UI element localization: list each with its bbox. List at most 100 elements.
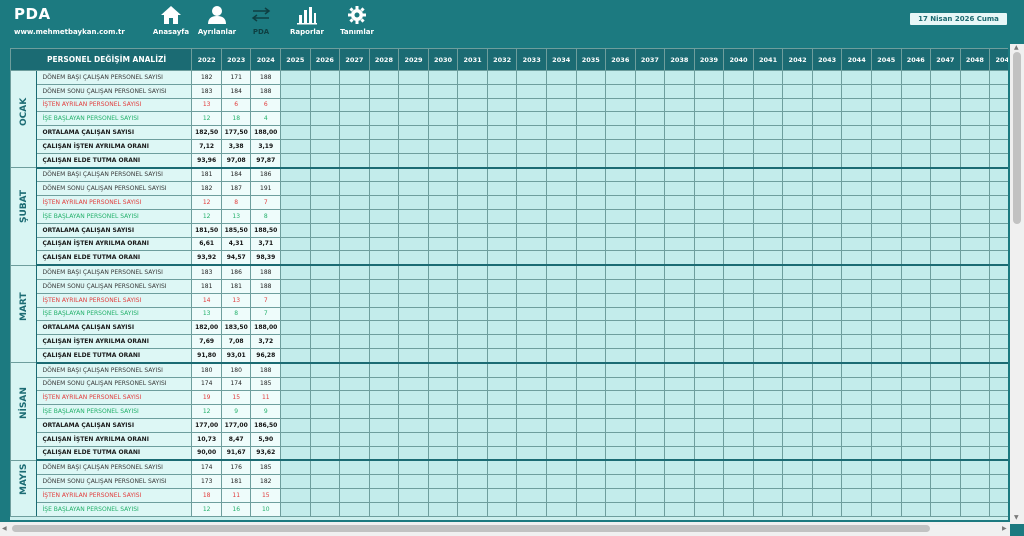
empty-cell[interactable] [545,111,577,127]
empty-cell[interactable] [959,417,991,433]
empty-cell[interactable] [811,250,843,267]
empty-cell[interactable] [427,236,459,252]
empty-cell[interactable] [900,431,932,447]
empty-cell[interactable] [486,487,518,503]
empty-cell[interactable] [959,181,991,197]
value-cell[interactable]: 91,67 [220,445,252,462]
empty-cell[interactable] [664,487,695,503]
value-cell[interactable]: 183,50 [220,320,252,336]
empty-cell[interactable] [841,125,872,140]
empty-cell[interactable] [309,459,341,476]
empty-cell[interactable] [575,459,607,476]
empty-cell[interactable] [782,278,813,294]
empty-cell[interactable] [841,97,872,113]
empty-cell[interactable] [605,181,636,197]
empty-cell[interactable] [811,334,843,349]
value-cell[interactable]: 12 [191,195,222,210]
empty-cell[interactable] [930,417,961,433]
year-header[interactable]: 2044 [841,48,872,71]
empty-cell[interactable] [634,208,666,224]
empty-cell[interactable] [398,195,429,210]
empty-cell[interactable] [693,404,725,419]
empty-cell[interactable] [545,501,577,517]
empty-cell[interactable] [339,417,370,433]
empty-cell[interactable] [457,501,488,517]
empty-cell[interactable] [664,111,695,127]
empty-cell[interactable] [693,167,725,183]
empty-cell[interactable] [989,181,1008,197]
empty-cell[interactable] [959,278,991,294]
empty-cell[interactable] [723,167,754,183]
value-cell[interactable]: 13 [191,306,222,322]
empty-cell[interactable] [575,376,607,392]
empty-cell[interactable] [605,208,636,224]
empty-cell[interactable] [811,152,843,169]
empty-cell[interactable] [605,320,636,336]
empty-cell[interactable] [398,250,429,267]
empty-cell[interactable] [634,278,666,294]
empty-cell[interactable] [605,278,636,294]
empty-cell[interactable] [457,70,488,85]
empty-cell[interactable] [309,347,341,364]
year-header[interactable]: 2025 [280,48,311,71]
empty-cell[interactable] [900,417,932,433]
empty-cell[interactable] [486,431,518,447]
empty-cell[interactable] [309,83,341,99]
empty-cell[interactable] [811,70,843,85]
empty-cell[interactable] [634,97,666,113]
empty-cell[interactable] [486,195,518,210]
empty-cell[interactable] [486,70,518,85]
value-cell[interactable]: 93,92 [191,250,222,267]
empty-cell[interactable] [486,362,518,378]
empty-cell[interactable] [516,70,547,85]
empty-cell[interactable] [545,320,577,336]
empty-cell[interactable] [782,195,813,210]
empty-cell[interactable] [841,404,872,419]
empty-cell[interactable] [841,334,872,349]
empty-cell[interactable] [664,474,695,489]
empty-cell[interactable] [693,83,725,99]
empty-cell[interactable] [368,390,400,406]
empty-cell[interactable] [752,125,784,140]
empty-cell[interactable] [309,208,341,224]
empty-cell[interactable] [605,70,636,85]
empty-cell[interactable] [634,195,666,210]
empty-cell[interactable] [930,97,961,113]
value-cell[interactable]: 180 [220,362,252,378]
empty-cell[interactable] [545,167,577,183]
empty-cell[interactable] [368,431,400,447]
empty-cell[interactable] [723,347,754,364]
empty-cell[interactable] [723,97,754,113]
empty-cell[interactable] [545,125,577,140]
empty-cell[interactable] [605,459,636,476]
empty-cell[interactable] [280,487,311,503]
horizontal-scroll-thumb[interactable] [12,525,930,532]
empty-cell[interactable] [752,167,784,183]
empty-cell[interactable] [339,306,370,322]
empty-cell[interactable] [634,347,666,364]
empty-cell[interactable] [398,445,429,462]
empty-cell[interactable] [900,70,932,85]
empty-cell[interactable] [575,250,607,267]
value-cell[interactable]: 181,50 [191,222,222,238]
empty-cell[interactable] [723,431,754,447]
empty-cell[interactable] [457,195,488,210]
empty-cell[interactable] [693,474,725,489]
empty-cell[interactable] [516,83,547,99]
empty-cell[interactable] [870,250,902,267]
empty-cell[interactable] [634,125,666,140]
empty-cell[interactable] [280,404,311,419]
value-cell[interactable]: 183 [191,83,222,99]
empty-cell[interactable] [309,362,341,378]
empty-cell[interactable] [545,83,577,99]
empty-cell[interactable] [545,195,577,210]
empty-cell[interactable] [368,236,400,252]
empty-cell[interactable] [634,376,666,392]
empty-cell[interactable] [841,459,872,476]
empty-cell[interactable] [634,138,666,154]
empty-cell[interactable] [900,347,932,364]
empty-cell[interactable] [427,278,459,294]
value-cell[interactable]: 181 [220,474,252,489]
empty-cell[interactable] [989,376,1008,392]
empty-cell[interactable] [280,417,311,433]
